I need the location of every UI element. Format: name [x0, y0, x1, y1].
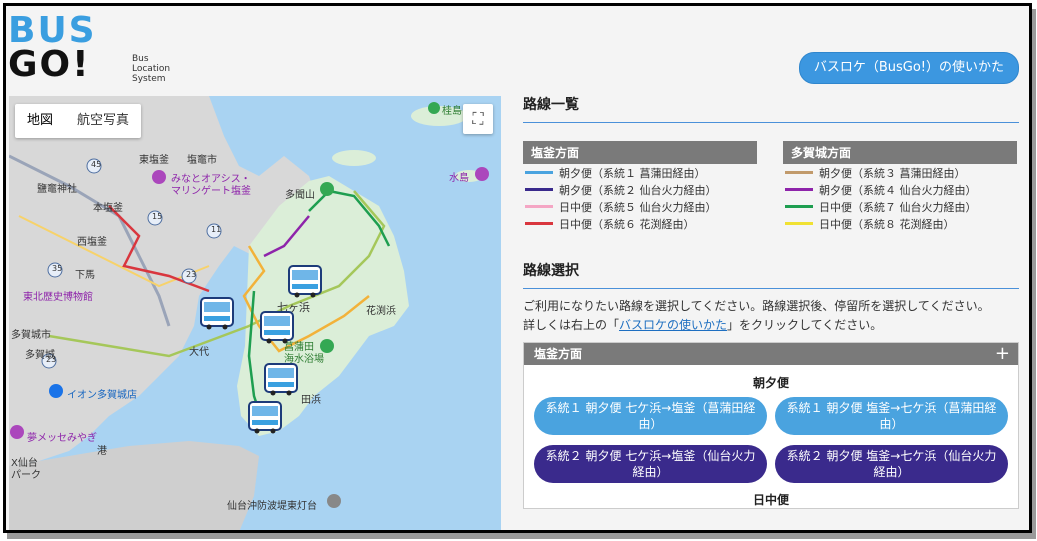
legend-label: 朝夕便（系統１ 菖蒲田経由）: [559, 166, 706, 180]
bus-icon[interactable]: [247, 400, 283, 434]
legend-label: 日中便（系統５ 仙台火力経由）: [559, 200, 717, 214]
group-title: 朝夕便: [752, 376, 789, 390]
desc-line-2: 詳しくは右上の「バスロケの使いかた」をクリックしてください。: [523, 316, 1019, 335]
legend-label: 日中便（系統７ 仙台火力経由）: [819, 200, 977, 214]
legend-item: 日中便（系統６ 花渕経由）: [523, 215, 757, 232]
map-canvas: [9, 96, 489, 530]
map-label: イオン多賀城店: [67, 390, 137, 401]
map-label: 港: [97, 446, 107, 457]
bus-icon[interactable]: [259, 310, 295, 344]
logo-sub-3: System: [132, 74, 166, 84]
map-label: 桂島: [442, 106, 462, 117]
legend-item: 日中便（系統７ 仙台火力経由）: [783, 198, 1017, 215]
accordion-shiogama: 塩釜方面 + 朝夕便 系統１ 朝夕便 七ケ浜→塩釜（菖蒲田経由） 系統１ 朝夕便…: [523, 342, 1019, 509]
desc-pre: 詳しくは右上の「: [523, 318, 620, 332]
route-select-description: ご利用になりたい路線を選択してください。路線選択後、停留所を選択してください。 …: [523, 297, 1019, 335]
desc-post: 」をクリックしてください。: [727, 318, 883, 332]
logo-sub-2: Location: [132, 64, 171, 74]
legend-item: 日中便（系統８ 花渕経由）: [783, 215, 1017, 232]
legend-label: 日中便（系統６ 花渕経由）: [559, 217, 695, 231]
browser-frame: BUS GO! Bus Location System バスロケ（BusGo!）…: [3, 3, 1032, 533]
route-button[interactable]: 系統２ 朝夕便 七ケ浜→塩釜（仙台火力経由）: [534, 445, 767, 483]
route-color-swatch: [525, 205, 553, 208]
expand-icon[interactable]: +: [995, 343, 1010, 365]
map-label: 田浜: [301, 395, 321, 406]
bus-icon[interactable]: [199, 296, 235, 330]
legend-label: 朝夕便（系統３ 菖蒲田経由）: [819, 166, 966, 180]
legend-item: 朝夕便（系統４ 仙台火力経由）: [783, 181, 1017, 198]
logo-sub-1: Bus: [132, 54, 149, 64]
logo-line2: GO!: [8, 44, 91, 85]
legend-label: 朝夕便（系統４ 仙台火力経由）: [819, 183, 977, 197]
map-route-number: 23: [46, 355, 57, 364]
map-label: 水島: [449, 173, 469, 184]
map-type-satellite-button[interactable]: 航空写真: [65, 104, 141, 138]
map-route-number: 45: [91, 160, 102, 169]
accordion-header[interactable]: 塩釜方面 +: [524, 343, 1018, 365]
map-label: パーク: [11, 470, 41, 481]
map-route-number: 15: [152, 212, 163, 221]
route-legend: 塩釜方面 朝夕便（系統１ 菖蒲田経由） 朝夕便（系統２ 仙台火力経由） 日中便（…: [523, 141, 1019, 232]
desc-line-1: ご利用になりたい路線を選択してください。路線選択後、停留所を選択してください。: [523, 299, 990, 313]
map-label: 本塩釜: [93, 203, 123, 214]
legend-heading: 多賀城方面: [783, 141, 1017, 164]
group-title: 日中便: [752, 493, 789, 507]
route-color-swatch: [525, 188, 553, 191]
legend-item: 朝夕便（系統１ 菖蒲田経由）: [523, 164, 757, 181]
legend-label: 朝夕便（系統２ 仙台火力経由）: [559, 183, 717, 197]
map-label: 多賀城市: [11, 330, 51, 341]
fullscreen-icon[interactable]: ⛶: [463, 104, 493, 134]
route-color-swatch: [785, 222, 813, 225]
map-type-toggle: 地図 航空写真: [15, 104, 142, 138]
legend-heading: 塩釜方面: [523, 141, 757, 164]
logo-line1: BUS: [8, 10, 97, 51]
map-label: 夢メッセみやぎ: [27, 433, 97, 444]
route-color-swatch: [785, 205, 813, 208]
legend-item: 朝夕便（系統２ 仙台火力経由）: [523, 181, 757, 198]
route-button[interactable]: 系統１ 朝夕便 七ケ浜→塩釜（菖蒲田経由）: [534, 397, 767, 435]
bus-icon[interactable]: [263, 362, 299, 396]
legend-item: 朝夕便（系統３ 菖蒲田経由）: [783, 164, 1017, 181]
legend-label: 日中便（系統８ 花渕経由）: [819, 217, 955, 231]
route-color-swatch: [525, 222, 553, 225]
logo-subtitle: Bus Location System: [132, 54, 170, 84]
map-label: マリンゲート塩釜: [171, 186, 251, 197]
help-link[interactable]: バスロケの使いかた: [619, 318, 727, 332]
legend-tagajo: 多賀城方面 朝夕便（系統３ 菖蒲田経由） 朝夕便（系統４ 仙台火力経由） 日中便…: [783, 141, 1017, 232]
route-button[interactable]: 系統１ 朝夕便 塩釜→七ケ浜（菖蒲田経由）: [775, 397, 1008, 435]
route-color-swatch: [785, 171, 813, 174]
busgo-logo: BUS GO! Bus Location System: [8, 10, 188, 85]
map-route-number: 23: [186, 270, 197, 279]
logo-wordmark: BUS GO!: [8, 10, 97, 85]
route-panel: 路線一覧 塩釜方面 朝夕便（系統１ 菖蒲田経由） 朝夕便（系統２ 仙台火力経由）…: [523, 94, 1019, 509]
map-route-number: 11: [211, 225, 222, 234]
map-label: 西塩釜: [77, 237, 107, 248]
accordion-title: 塩釜方面: [534, 347, 583, 361]
route-list-title: 路線一覧: [523, 94, 1019, 123]
bus-icon[interactable]: [287, 264, 323, 298]
route-select-title: 路線選択: [523, 260, 1019, 289]
help-button[interactable]: バスロケ（BusGo!）の使いかた: [798, 52, 1019, 84]
route-color-swatch: [785, 188, 813, 191]
route-color-swatch: [525, 171, 553, 174]
route-map[interactable]: 東塩釜 塩竈市 鹽竈神社 みなとオアシス・ マリンゲート塩釜 水島 桂島 多聞山…: [9, 96, 501, 530]
map-route-number: 35: [52, 264, 63, 273]
route-button[interactable]: 系統２ 朝夕便 塩釜→七ケ浜（仙台火力経由）: [775, 445, 1008, 483]
map-label: 東塩釜: [139, 155, 169, 166]
map-label: 仙台沖防波堤東灯台: [227, 501, 317, 512]
legend-shiogama: 塩釜方面 朝夕便（系統１ 菖蒲田経由） 朝夕便（系統２ 仙台火力経由） 日中便（…: [523, 141, 757, 232]
legend-item: 日中便（系統５ 仙台火力経由）: [523, 198, 757, 215]
map-label: 花渕浜: [366, 306, 396, 317]
map-label: 塩竈市: [187, 155, 217, 166]
map-label: 下馬: [75, 270, 95, 281]
map-label: 多聞山: [285, 190, 315, 201]
map-label: 東北歴史博物館: [23, 292, 93, 303]
map-type-map-button[interactable]: 地図: [15, 104, 65, 138]
map-label: 鹽竈神社: [37, 184, 77, 195]
route-button-grid: 系統１ 朝夕便 七ケ浜→塩釜（菖蒲田経由） 系統１ 朝夕便 塩釜→七ケ浜（菖蒲田…: [524, 397, 1018, 483]
map-label: 大代: [189, 347, 209, 358]
